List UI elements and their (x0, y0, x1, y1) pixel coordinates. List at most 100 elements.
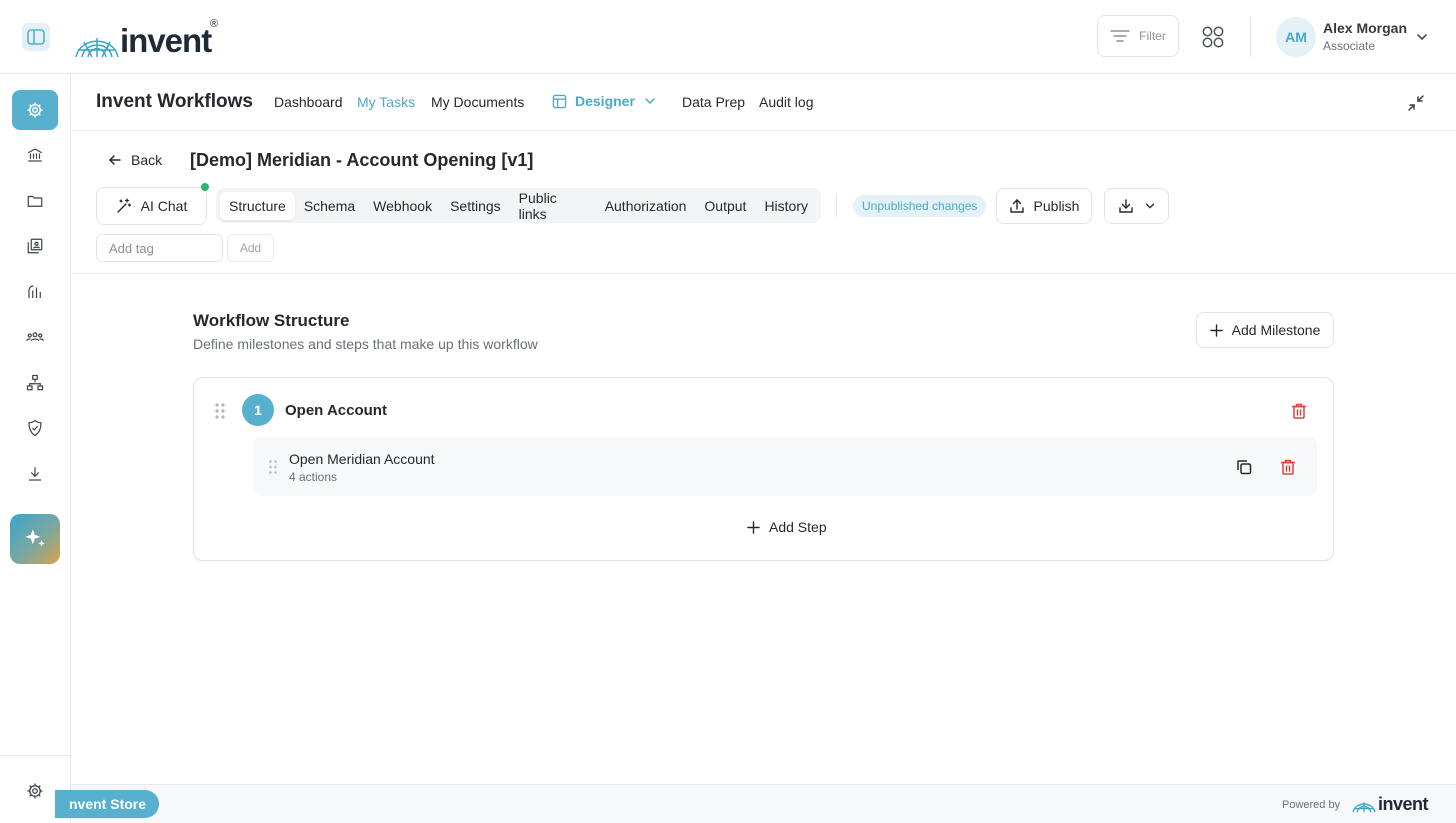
nav-divider (0, 755, 70, 756)
filter-button[interactable]: Filter (1097, 15, 1179, 57)
nav-settings-button[interactable] (22, 778, 48, 804)
sparkles-icon (25, 529, 45, 547)
footer: nvent Store Powered by invent (55, 784, 1456, 823)
tab-history[interactable]: History (755, 192, 817, 220)
designer-dropdown[interactable]: Designer (552, 93, 657, 109)
drag-handle-icon[interactable] (214, 402, 226, 420)
chevron-down-icon (645, 98, 655, 105)
app-title: Invent Workflows (96, 91, 253, 112)
step-row[interactable]: Open Meridian Account 4 actions (253, 437, 1317, 496)
milestone-number: 1 (242, 394, 274, 426)
brand-logo[interactable]: invent ® (74, 18, 218, 59)
milestone-title[interactable]: Open Account (285, 402, 387, 419)
user-name[interactable]: Alex Morgan (1323, 20, 1407, 36)
workflow-title: [Demo] Meridian - Account Opening [v1] (190, 150, 534, 170)
team-icon (26, 332, 44, 342)
chevron-down-icon (1145, 203, 1154, 209)
milestone-card: 1 Open Account Open Meridian Account 4 a… (193, 377, 1334, 561)
nav-item-settings[interactable] (12, 90, 58, 130)
workflow-header: Back [Demo] Meridian - Account Opening [… (71, 131, 1456, 274)
logo-arch-icon (75, 38, 119, 58)
step-title: Open Meridian Account (289, 451, 435, 467)
ai-assistant-button[interactable] (10, 514, 60, 564)
tag-input[interactable] (96, 234, 223, 262)
nav-item-files[interactable] (12, 181, 58, 221)
hierarchy-icon (26, 374, 44, 391)
ai-chat-button[interactable]: AI Chat (96, 187, 207, 225)
folder-icon (27, 195, 43, 207)
tab-output[interactable]: Output (695, 192, 755, 220)
tab-authorization[interactable]: Authorization (596, 192, 696, 220)
logo-arch-icon (1352, 801, 1376, 813)
workflow-tabs: Structure Schema Webhook Settings Public… (216, 188, 821, 223)
logo-text: invent (120, 22, 212, 59)
settings-gear-icon (27, 783, 43, 799)
export-dropdown-button[interactable] (1104, 188, 1169, 224)
tab-schema[interactable]: Schema (295, 192, 364, 220)
nav-link-my-documents[interactable]: My Documents (431, 94, 524, 110)
plus-icon (1209, 323, 1223, 337)
add-step-button[interactable]: Add Step (747, 519, 827, 535)
apps-grid-icon[interactable] (1201, 25, 1225, 49)
publish-button[interactable]: Publish (996, 188, 1092, 224)
left-navigation (0, 74, 71, 823)
nav-link-my-tasks[interactable]: My Tasks (357, 94, 415, 110)
app-subnav: Invent Workflows Dashboard My Tasks My D… (71, 74, 1456, 131)
step-action-count: 4 actions (289, 470, 338, 484)
nav-item-downloads[interactable] (12, 454, 58, 494)
publish-label: Publish (1033, 198, 1080, 214)
workflow-structure-panel: Workflow Structure Define milestones and… (71, 274, 1456, 783)
download-icon (1118, 199, 1133, 213)
filter-label: Filter (1139, 29, 1166, 43)
add-step-label: Add Step (769, 519, 827, 535)
plus-icon (747, 520, 760, 534)
tab-settings[interactable]: Settings (441, 192, 510, 220)
nav-item-analytics[interactable] (12, 272, 58, 312)
section-subtitle: Define milestones and steps that make up… (193, 336, 538, 352)
nav-link-data-prep[interactable]: Data Prep (682, 94, 745, 110)
trash-icon[interactable] (1279, 458, 1297, 476)
trash-icon[interactable] (1290, 402, 1308, 420)
user-avatar[interactable]: AM (1276, 17, 1316, 57)
magic-wand-icon (116, 198, 131, 213)
user-role: Associate (1323, 39, 1376, 53)
back-label: Back (131, 152, 163, 168)
tab-structure[interactable]: Structure (220, 191, 295, 220)
ai-chat-label: AI Chat (140, 198, 188, 214)
status-badge: Unpublished changes (853, 195, 987, 217)
section-title: Workflow Structure (193, 311, 350, 330)
download-icon (29, 467, 41, 481)
filter-lines-icon (1110, 30, 1130, 42)
nav-item-compliance[interactable] (12, 408, 58, 448)
sidebar-toggle-button[interactable] (22, 23, 50, 51)
invent-store-button[interactable]: nvent Store (55, 790, 160, 818)
powered-by-label: Powered by (1282, 799, 1341, 811)
online-status-dot (201, 183, 209, 191)
tab-webhook[interactable]: Webhook (364, 192, 441, 220)
tabs-divider (836, 195, 837, 217)
top-bar: invent ® Filter AM Alex Morgan Associate (0, 0, 1456, 74)
drag-handle-icon[interactable] (268, 459, 278, 475)
back-button[interactable]: Back (108, 152, 162, 168)
sidebar-panel-icon (27, 29, 45, 45)
add-milestone-label: Add Milestone (1231, 322, 1321, 338)
nav-item-bank[interactable] (12, 135, 58, 175)
add-tag-button[interactable]: Add (227, 234, 274, 262)
chevron-down-icon[interactable] (1415, 30, 1429, 44)
copy-icon[interactable] (1235, 458, 1253, 476)
nav-link-dashboard[interactable]: Dashboard (274, 94, 343, 110)
gear-icon (27, 102, 43, 118)
collapse-icon[interactable] (1407, 94, 1425, 112)
tab-public-links[interactable]: Public links (510, 190, 596, 222)
nav-item-documents[interactable] (12, 226, 58, 266)
layout-icon (552, 94, 567, 108)
nav-item-hierarchy[interactable] (12, 363, 58, 403)
upload-icon (1009, 199, 1024, 213)
documents-icon (27, 238, 43, 254)
designer-label: Designer (575, 93, 635, 109)
nav-link-audit-log[interactable]: Audit log (759, 94, 813, 110)
topbar-divider (1250, 17, 1251, 57)
add-milestone-button[interactable]: Add Milestone (1196, 312, 1334, 348)
nav-item-team[interactable] (12, 317, 58, 357)
registered-mark: ® (210, 18, 219, 30)
